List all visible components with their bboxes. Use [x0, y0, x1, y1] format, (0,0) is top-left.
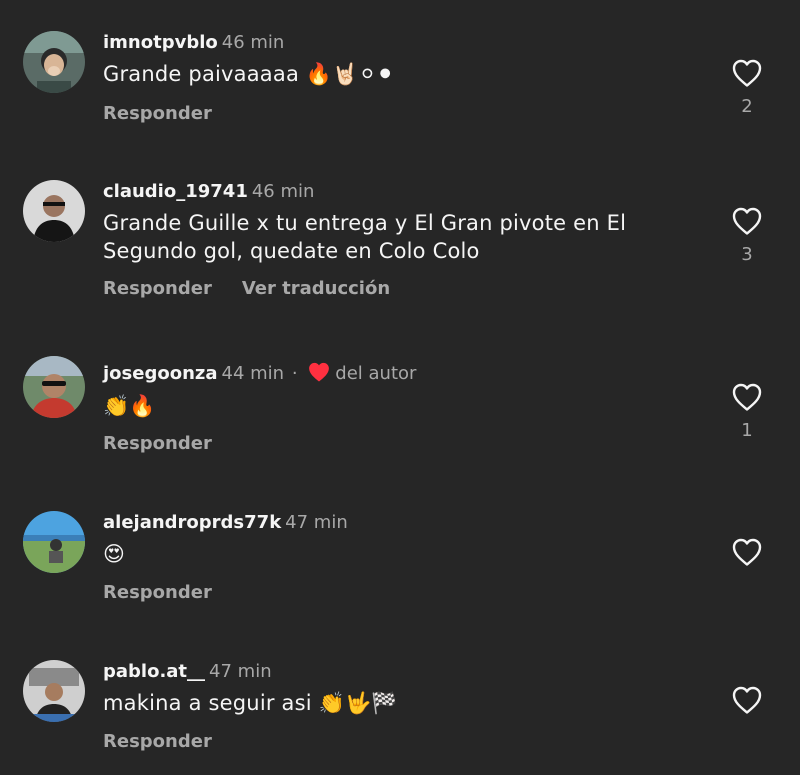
comment-text: 😍 [103, 542, 126, 566]
like-count: 2 [741, 96, 753, 117]
like-column: 3 [726, 206, 768, 265]
reply-button[interactable]: Responder [103, 433, 212, 454]
like-column [726, 685, 768, 715]
comments-list: imnotpvblo 46 min Grande paivaaaaa 🔥🤘🏻⚪⚫ … [0, 0, 800, 775]
heart-outline-icon[interactable] [731, 685, 763, 715]
like-column: 2 [726, 58, 768, 117]
reply-button[interactable]: Responder [103, 278, 212, 299]
comment-actions: Responder [103, 582, 212, 603]
translate-button[interactable]: Ver traducción [242, 278, 390, 299]
heart-outline-icon[interactable] [731, 382, 763, 412]
heart-outline-icon[interactable] [731, 537, 763, 567]
avatar[interactable] [23, 660, 85, 722]
heart-outline-icon[interactable] [731, 58, 763, 88]
comment-meta: pablo.at__ 47 min [103, 661, 272, 683]
timestamp: 47 min [285, 512, 348, 533]
comment-text: 👏🔥 [103, 394, 156, 418]
like-column [726, 537, 768, 567]
timestamp: 47 min [209, 661, 272, 682]
comment-meta: josegoonza 44 min · del autor [103, 361, 416, 385]
like-column: 1 [726, 382, 768, 441]
comment-actions: Responder [103, 433, 212, 454]
reply-button[interactable]: Responder [103, 103, 212, 124]
avatar[interactable] [23, 511, 85, 573]
username[interactable]: claudio_19741 [103, 181, 248, 202]
comment-text: Grande paivaaaaa 🔥🤘🏻⚪⚫ [103, 62, 395, 86]
reply-button[interactable]: Responder [103, 582, 212, 603]
separator: · [291, 363, 298, 384]
liked-by-author-label: del autor [335, 363, 417, 384]
heart-outline-icon[interactable] [731, 206, 763, 236]
comment-actions: Responder [103, 103, 212, 124]
avatar[interactable] [23, 356, 85, 418]
timestamp: 46 min [251, 181, 315, 202]
like-count: 1 [741, 420, 753, 441]
reply-button[interactable]: Responder [103, 731, 212, 752]
comment-actions: Responder [103, 731, 212, 752]
avatar[interactable] [23, 180, 85, 242]
username[interactable]: alejandroprds77k [103, 512, 281, 533]
username[interactable]: pablo.at__ [103, 661, 205, 682]
timestamp: 46 min [221, 32, 285, 53]
like-count: 3 [741, 244, 753, 265]
comment-meta: claudio_19741 46 min [103, 181, 314, 203]
comment-actions: Responder Ver traducción [103, 278, 390, 299]
comment-text: makina a seguir asi 👏🤟🏁 [103, 691, 398, 715]
timestamp: 44 min [221, 363, 285, 384]
comment-meta: imnotpvblo 46 min [103, 32, 284, 54]
avatar[interactable] [23, 31, 85, 93]
comment-text: Grande Guille x tu entrega y El Gran piv… [103, 211, 627, 263]
heart-filled-icon [309, 362, 330, 382]
username[interactable]: josegoonza [103, 363, 218, 384]
comment-meta: alejandroprds77k 47 min [103, 512, 348, 534]
username[interactable]: imnotpvblo [103, 32, 218, 53]
